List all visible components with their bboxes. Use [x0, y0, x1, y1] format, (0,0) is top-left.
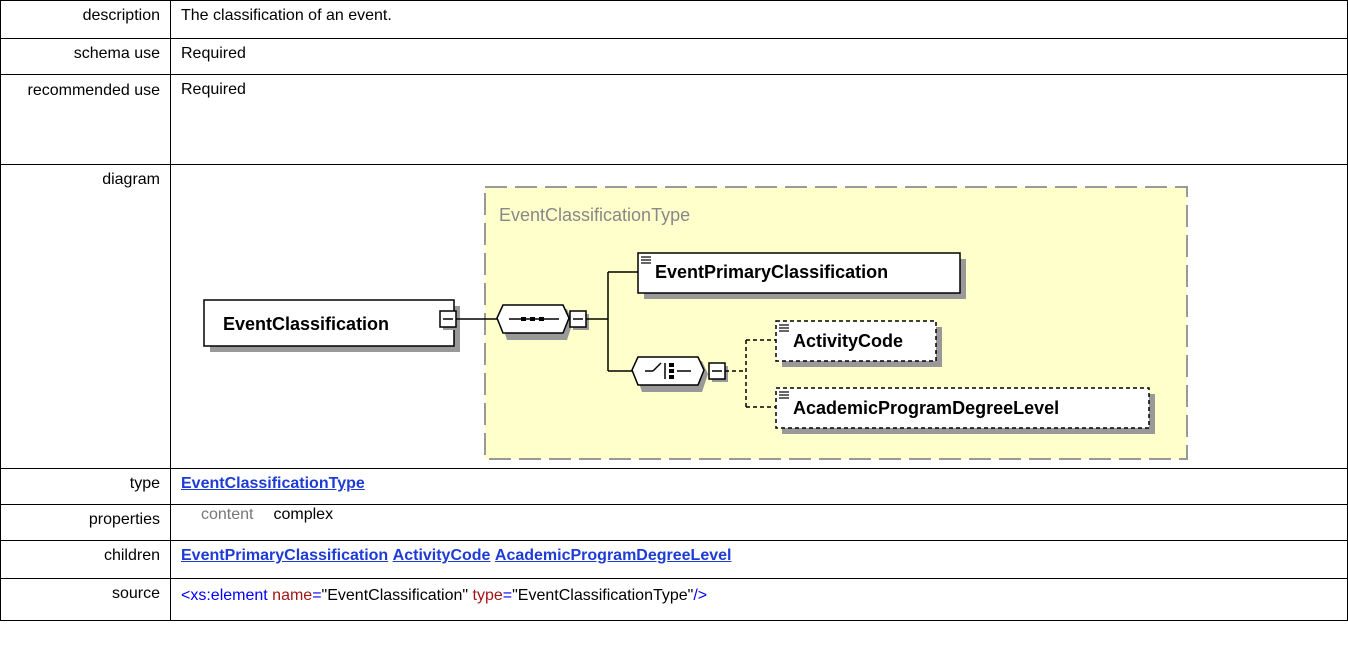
source-attr1-value: "EventClassification" — [321, 587, 469, 604]
type-container-label: EventClassificationType — [499, 205, 690, 225]
degree-child-label[interactable]: AcademicProgramDegreeLevel — [793, 398, 1059, 418]
children-cell: EventPrimaryClassification ActivityCode … — [170, 540, 1348, 579]
property-name: content — [201, 506, 254, 523]
properties-cell: content complex — [170, 504, 1348, 541]
source-label: source — [0, 578, 171, 621]
property-value: complex — [273, 506, 334, 523]
diagram-cell: EventClassificationType EventClassificat… — [170, 164, 1348, 469]
source-attr2-name: type — [472, 587, 503, 604]
row-children: children EventPrimaryClassification Acti… — [0, 540, 1348, 579]
recommended-use-label: recommended use — [0, 74, 171, 165]
root-element-label[interactable]: EventClassification — [223, 314, 389, 334]
activity-child-label[interactable]: ActivityCode — [793, 331, 903, 351]
schema-diagram: EventClassificationType EventClassificat… — [203, 186, 1188, 460]
description-label: description — [0, 0, 171, 39]
choice-icon[interactable] — [631, 356, 705, 386]
diagram-label: diagram — [0, 164, 171, 469]
source-close-tag: /> — [693, 587, 708, 604]
row-source: source <xs:element name="EventClassifica… — [0, 578, 1348, 621]
recommended-use-value: Required — [170, 74, 1348, 165]
schema-use-label: schema use — [0, 38, 171, 75]
source-code: <xs:element name="EventClassification" t… — [170, 578, 1348, 621]
primary-child-label[interactable]: EventPrimaryClassification — [655, 262, 888, 282]
schema-doc-table: description The classification of an eve… — [0, 0, 1348, 621]
choice-collapse-icon[interactable] — [708, 362, 728, 382]
description-value: The classification of an event. — [170, 0, 1348, 39]
row-schema-use: schema use Required — [0, 38, 1348, 75]
row-recommended-use: recommended use Required — [0, 74, 1348, 165]
type-link[interactable]: EventClassificationType — [181, 475, 365, 492]
children-label: children — [0, 540, 171, 579]
type-cell: EventClassificationType — [170, 468, 1348, 505]
source-open-tag: <xs:element — [181, 587, 268, 604]
source-attr2-value: "EventClassificationType" — [512, 587, 694, 604]
row-type: type EventClassificationType — [0, 468, 1348, 505]
properties-label: properties — [0, 504, 171, 541]
source-eq1: = — [312, 587, 322, 604]
row-diagram: diagram EventClassificationType EventCla… — [0, 164, 1348, 469]
root-collapse-icon[interactable] — [439, 310, 459, 330]
type-label: type — [0, 468, 171, 505]
child-link-primary[interactable]: EventPrimaryClassification — [181, 547, 388, 564]
row-properties: properties content complex — [0, 504, 1348, 541]
source-eq2: = — [502, 587, 513, 604]
sequence-collapse-icon[interactable] — [569, 310, 589, 330]
row-description: description The classification of an eve… — [0, 0, 1348, 39]
schema-use-value: Required — [170, 38, 1348, 75]
child-link-activity[interactable]: ActivityCode — [393, 547, 491, 564]
child-link-degree[interactable]: AcademicProgramDegreeLevel — [495, 547, 732, 564]
source-attr1-name: name — [272, 587, 313, 604]
